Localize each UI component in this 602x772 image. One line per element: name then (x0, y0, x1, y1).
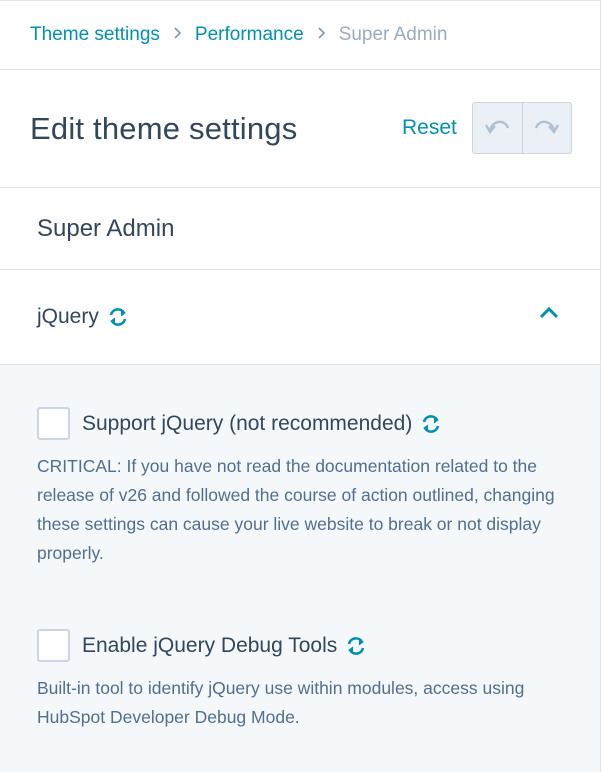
option-label: Support jQuery (not recommended) (82, 411, 413, 435)
option-support-jquery: Support jQuery (not recommended) CRITICA… (37, 407, 577, 568)
option-label: Enable jQuery Debug Tools (82, 633, 338, 657)
breadcrumb-current: Super Admin (338, 24, 448, 45)
redo-icon (534, 116, 560, 141)
undo-button[interactable] (473, 103, 522, 153)
option-description: CRITICAL: If you have not read the docum… (37, 456, 555, 563)
chevron-up-icon[interactable] (538, 306, 560, 325)
support-jquery-checkbox[interactable] (37, 407, 70, 440)
accordion-jquery-toggle[interactable]: jQuery (0, 270, 600, 365)
section-title: Super Admin (0, 188, 600, 270)
option-debug-tools: Enable jQuery Debug Tools Built-in tool … (37, 629, 577, 732)
accordion-label: jQuery (37, 305, 99, 328)
breadcrumb-link-performance[interactable]: Performance (195, 24, 304, 46)
page-title: Edit theme settings (30, 110, 298, 146)
option-description: Built-in tool to identify jQuery use wit… (37, 678, 525, 727)
undo-icon (484, 116, 510, 141)
chevron-right-icon (317, 25, 326, 45)
reset-button[interactable]: Reset (402, 116, 457, 140)
debug-tools-checkbox[interactable] (37, 629, 70, 662)
breadcrumb: Theme settings Performance Super Admin (0, 1, 600, 70)
sync-icon (420, 413, 442, 435)
sync-icon (107, 306, 129, 328)
theme-settings-panel: Theme settings Performance Super Admin E… (0, 0, 601, 772)
panel-header: Edit theme settings Reset (0, 70, 600, 188)
accordion-content: Support jQuery (not recommended) CRITICA… (0, 365, 600, 772)
sync-icon (345, 635, 367, 657)
breadcrumb-link-theme-settings[interactable]: Theme settings (30, 24, 160, 46)
redo-button[interactable] (521, 103, 571, 153)
undo-redo-group (472, 102, 572, 154)
chevron-right-icon (173, 25, 182, 45)
